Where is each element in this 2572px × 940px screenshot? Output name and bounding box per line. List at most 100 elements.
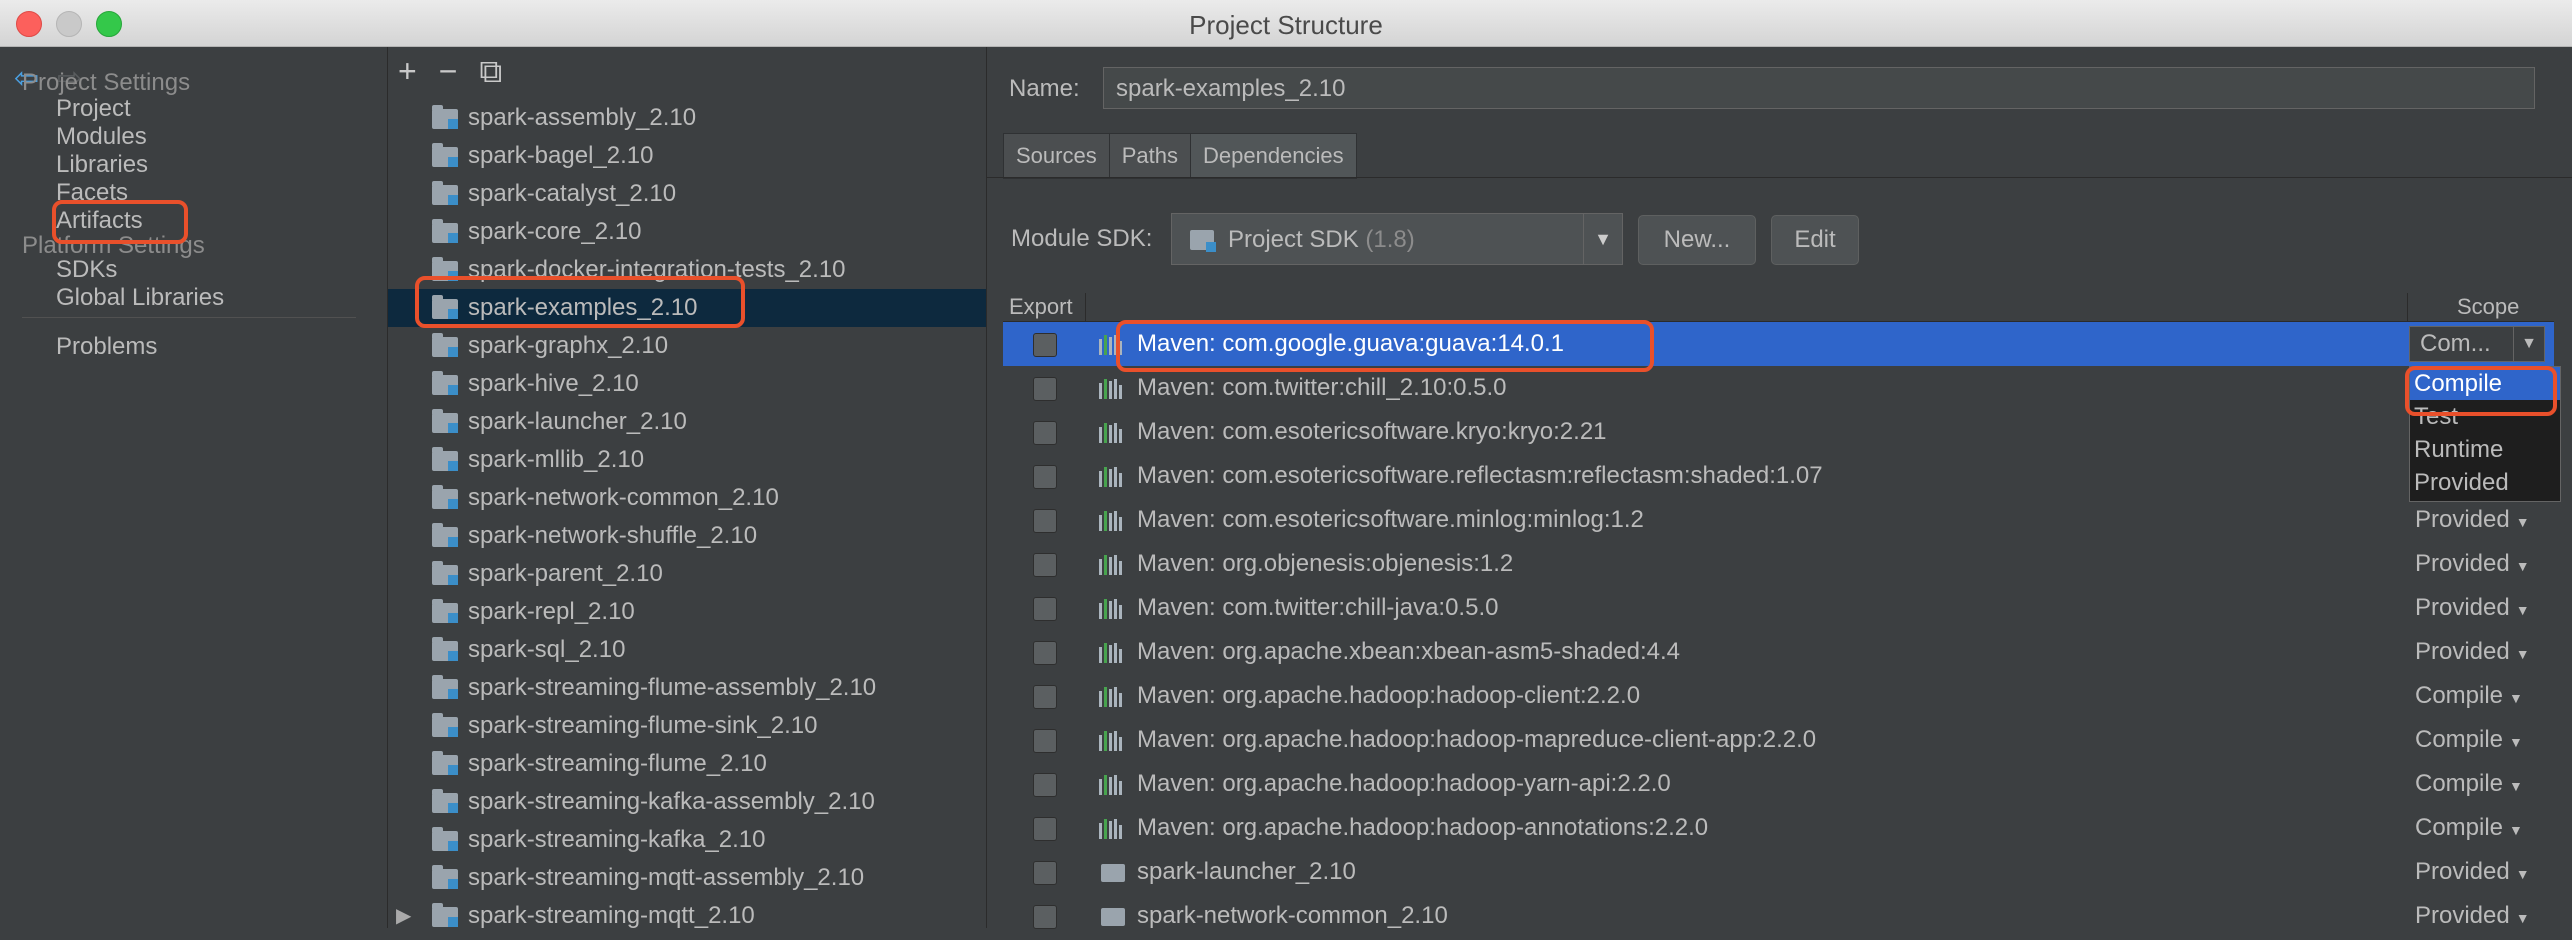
table-row[interactable]: spark-launcher_2.10 Provided ▼ xyxy=(1003,850,2554,894)
scope-column-header[interactable]: Scope xyxy=(2457,293,2519,321)
export-checkbox[interactable] xyxy=(1033,729,1057,753)
tab-divider xyxy=(987,177,2572,178)
scope-option-runtime[interactable]: Runtime xyxy=(2410,433,2560,466)
export-checkbox[interactable] xyxy=(1033,465,1057,489)
module-list-item[interactable]: spark-repl_2.10 xyxy=(388,593,986,631)
export-column-header[interactable]: Export xyxy=(1009,293,1073,321)
export-checkbox[interactable] xyxy=(1033,553,1057,577)
table-row[interactable]: Maven: org.objenesis:objenesis:1.2 Provid… xyxy=(1003,542,2554,586)
export-checkbox[interactable] xyxy=(1033,421,1057,445)
module-name: spark-repl_2.10 xyxy=(468,598,635,625)
module-list-item[interactable]: spark-streaming-mqtt-assembly_2.10 xyxy=(388,859,986,897)
module-list-item[interactable]: ▶ spark-streaming-mqtt_2.10 xyxy=(388,897,986,935)
module-list-item[interactable]: spark-streaming-kafka-assembly_2.10 xyxy=(388,783,986,821)
scope-value[interactable]: Provided ▼ xyxy=(2415,498,2530,544)
chevron-down-icon[interactable]: ▼ xyxy=(1583,214,1622,264)
copy-module-button[interactable]: ⧉ xyxy=(479,53,502,91)
module-list-item[interactable]: spark-parent_2.10 xyxy=(388,555,986,593)
sdk-folder-icon xyxy=(1190,230,1216,252)
scope-label: Provided xyxy=(2415,506,2510,533)
nav-item-libraries[interactable]: Libraries xyxy=(56,151,148,179)
scope-value[interactable]: Provided ▼ xyxy=(2415,542,2530,588)
module-name: spark-launcher_2.10 xyxy=(468,408,687,435)
chevron-down-icon[interactable]: ▼ xyxy=(2513,327,2544,361)
module-list-item[interactable]: spark-sql_2.10 xyxy=(388,631,986,669)
expand-arrow-icon[interactable]: ▶ xyxy=(396,897,411,935)
module-list-item[interactable]: spark-catalyst_2.10 xyxy=(388,175,986,213)
nav-item-global-libraries[interactable]: Global Libraries xyxy=(56,284,224,312)
nav-item-project[interactable]: Project xyxy=(56,95,131,123)
add-module-button[interactable]: + xyxy=(398,53,417,90)
scope-value[interactable]: Compile ▼ xyxy=(2415,718,2523,764)
new-sdk-button[interactable]: New... xyxy=(1638,215,1756,265)
caret-down-icon: ▼ xyxy=(2515,602,2530,618)
module-list-item[interactable]: spark-assembly_2.10 xyxy=(388,99,986,137)
export-checkbox[interactable] xyxy=(1033,905,1057,929)
project-settings-heading: Project Settings xyxy=(22,69,191,96)
module-name: spark-streaming-mqtt-assembly_2.10 xyxy=(468,864,865,891)
export-checkbox[interactable] xyxy=(1033,861,1057,885)
export-checkbox[interactable] xyxy=(1033,685,1057,709)
scope-value[interactable]: Provided ▼ xyxy=(2415,586,2530,632)
module-list-item[interactable]: spark-streaming-flume_2.10 xyxy=(388,745,986,783)
table-row[interactable]: Maven: org.apache.hadoop:hadoop-yarn-api… xyxy=(1003,762,2554,806)
tab-paths[interactable]: Paths xyxy=(1108,133,1191,179)
scope-value[interactable]: Compile ▼ xyxy=(2415,674,2523,720)
tab-dependencies[interactable]: Dependencies xyxy=(1189,133,1357,179)
module-folder-icon xyxy=(1101,864,1125,882)
export-checkbox[interactable] xyxy=(1033,597,1057,621)
module-folder-icon xyxy=(432,675,458,699)
caret-down-icon: ▼ xyxy=(2509,778,2523,794)
module-list-item[interactable]: spark-mllib_2.10 xyxy=(388,441,986,479)
export-checkbox[interactable] xyxy=(1033,333,1057,357)
scope-value[interactable]: Compile ▼ xyxy=(2415,762,2523,808)
table-row[interactable]: Maven: com.esotericsoftware.kryo:kryo:2.… xyxy=(1003,410,2554,454)
export-checkbox[interactable] xyxy=(1033,641,1057,665)
table-row[interactable]: Maven: com.twitter:chill_2.10:0.5.0 xyxy=(1003,366,2554,410)
scope-value[interactable]: Provided ▼ xyxy=(2415,630,2530,676)
scope-value[interactable]: Provided ▼ xyxy=(2415,894,2530,940)
module-list-item[interactable]: spark-graphx_2.10 xyxy=(388,327,986,365)
table-row[interactable]: Maven: com.esotericsoftware.reflectasm:r… xyxy=(1003,454,2554,498)
scope-select[interactable]: Com... ▼ xyxy=(2409,326,2545,362)
dependency-name: Maven: org.apache.xbean:xbean-asm5-shade… xyxy=(1137,638,1681,665)
table-row[interactable]: Maven: org.apache.hadoop:hadoop-client:2… xyxy=(1003,674,2554,718)
scope-option-provided[interactable]: Provided xyxy=(2410,466,2560,499)
module-folder-icon xyxy=(432,903,458,927)
dependency-name: Maven: com.twitter:chill-java:0.5.0 xyxy=(1137,594,1499,621)
guava-dependency-highlight-box xyxy=(1116,320,1654,372)
tab-sources[interactable]: Sources xyxy=(1003,133,1110,179)
scope-label: Compile xyxy=(2415,814,2504,841)
edit-sdk-button[interactable]: Edit xyxy=(1771,215,1859,265)
module-list-item[interactable]: spark-launcher_2.10 xyxy=(388,403,986,441)
export-checkbox[interactable] xyxy=(1033,773,1057,797)
module-list-item[interactable]: spark-network-shuffle_2.10 xyxy=(388,517,986,555)
export-checkbox[interactable] xyxy=(1033,377,1057,401)
table-row[interactable]: Maven: com.twitter:chill-java:0.5.0 Provi… xyxy=(1003,586,2554,630)
module-list-item[interactable]: spark-network-common_2.10 xyxy=(388,479,986,517)
table-row[interactable]: Maven: com.esotericsoftware.minlog:minlo… xyxy=(1003,498,2554,542)
module-folder-icon xyxy=(432,561,458,585)
nav-item-problems[interactable]: Problems xyxy=(56,333,157,361)
scope-value[interactable]: Provided ▼ xyxy=(2415,850,2530,896)
module-list-item[interactable]: spark-core_2.10 xyxy=(388,213,986,251)
export-checkbox[interactable] xyxy=(1033,817,1057,841)
module-list-item[interactable]: spark-hive_2.10 xyxy=(388,365,986,403)
remove-module-button[interactable]: − xyxy=(439,53,458,90)
nav-item-sdks[interactable]: SDKs xyxy=(56,256,117,284)
nav-divider xyxy=(22,317,356,318)
table-row[interactable]: spark-network-common_2.10 Provided ▼ xyxy=(1003,894,2554,938)
module-list-item[interactable]: spark-streaming-flume-assembly_2.10 xyxy=(388,669,986,707)
table-row[interactable]: Maven: org.apache.xbean:xbean-asm5-shade… xyxy=(1003,630,2554,674)
module-sdk-select[interactable]: Project SDK (1.8) ▼ xyxy=(1171,213,1623,265)
table-row[interactable]: Maven: org.apache.hadoop:hadoop-mapreduc… xyxy=(1003,718,2554,762)
table-row[interactable]: Maven: org.apache.hadoop:hadoop-annotati… xyxy=(1003,806,2554,850)
module-name-input[interactable]: spark-examples_2.10 xyxy=(1103,67,2535,109)
module-list-item[interactable]: spark-bagel_2.10 xyxy=(388,137,986,175)
module-folder-icon xyxy=(432,751,458,775)
scope-value[interactable]: Compile ▼ xyxy=(2415,806,2523,852)
export-checkbox[interactable] xyxy=(1033,509,1057,533)
module-list-item[interactable]: spark-streaming-flume-sink_2.10 xyxy=(388,707,986,745)
module-list-item[interactable]: spark-streaming-kafka_2.10 xyxy=(388,821,986,859)
nav-item-modules[interactable]: Modules xyxy=(56,123,147,151)
